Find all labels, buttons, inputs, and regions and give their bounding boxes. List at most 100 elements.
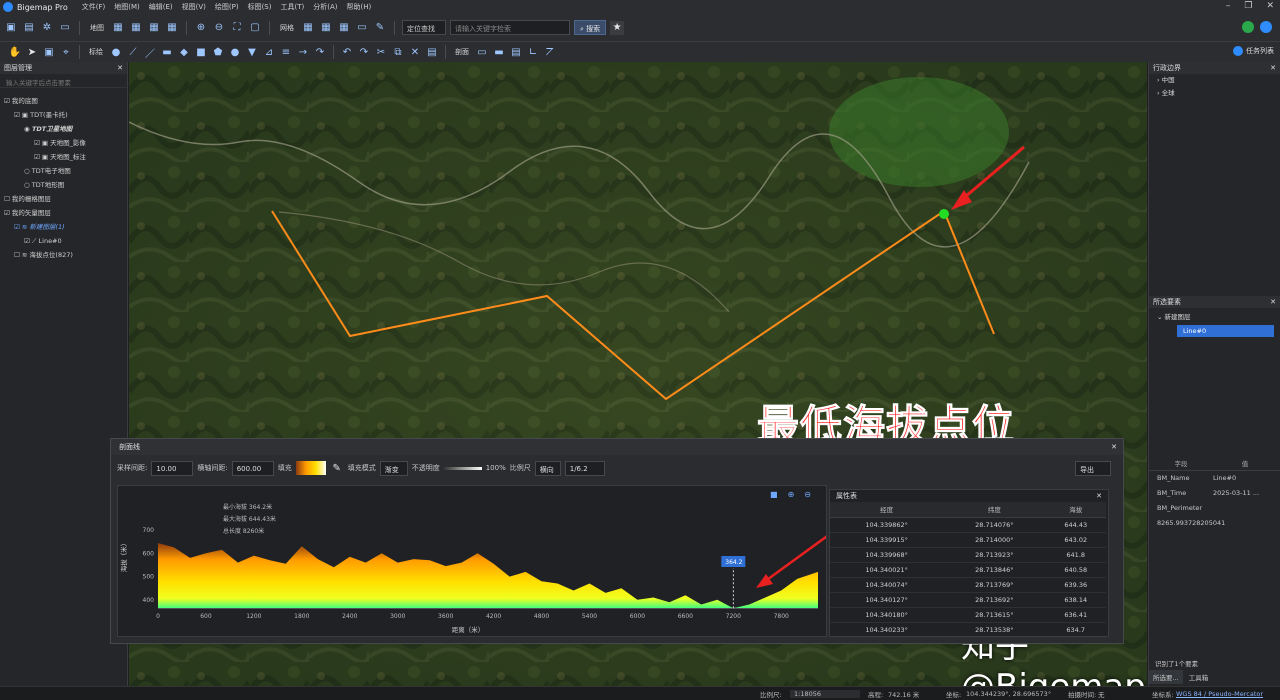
tab-toolbox[interactable]: 工具箱	[1185, 670, 1213, 684]
funnel-icon[interactable]: ▼	[245, 45, 259, 59]
polyline-icon[interactable]: ⟋	[126, 45, 140, 59]
layer-switch-icon[interactable]: ▦	[165, 21, 179, 35]
status-crs[interactable]: WGS 84 / Pseudo-Mercator	[1176, 690, 1263, 698]
pin-icon[interactable]: ⌖	[59, 45, 73, 59]
support-icon[interactable]	[1260, 21, 1272, 33]
tree-item[interactable]: ☑ ≋ 新建图层(1)	[0, 220, 127, 234]
table-row[interactable]: 104.340233° 28.713538° 634.7	[830, 622, 1106, 638]
profile-close-icon[interactable]: ✕	[1111, 443, 1117, 451]
undo-icon[interactable]: ↶	[340, 45, 354, 59]
menu-edit[interactable]: 编辑(E)	[149, 2, 173, 12]
image-icon[interactable]: ▣	[42, 45, 56, 59]
star-icon[interactable]: ★	[610, 20, 625, 35]
gear-icon[interactable]: ✲	[40, 21, 54, 35]
compass-icon[interactable]: ⦢	[543, 45, 557, 59]
brush-icon[interactable]: ✎	[373, 21, 387, 35]
color-ramp[interactable]	[295, 461, 326, 475]
menu-analysis[interactable]: 分析(A)	[313, 2, 337, 12]
chart-select-icon[interactable]: ■	[770, 490, 778, 499]
tree-item[interactable]: ☐ ≋ 海拔点位(827)	[0, 248, 127, 262]
minus-icon[interactable]: ▬	[492, 45, 506, 59]
search-input[interactable]: 请输入关键字检索	[450, 20, 570, 35]
measure-icon[interactable]: ⊿	[262, 45, 276, 59]
tree-item[interactable]: ☐ 我的栅格图层	[0, 192, 127, 206]
menu-help[interactable]: 帮助(H)	[347, 2, 372, 12]
horiz-input[interactable]: 600.00	[231, 460, 274, 476]
redo-icon[interactable]: ↷	[357, 45, 371, 59]
tree-item[interactable]: ☑ ▣ 天地图_影像	[0, 136, 127, 150]
square-icon[interactable]: ■	[194, 45, 208, 59]
screen-icon[interactable]: ▭	[58, 21, 72, 35]
selected-layer[interactable]: ⌄ 新建图层	[1149, 311, 1280, 324]
scale-select[interactable]: 1/6.2	[564, 460, 605, 476]
table-row[interactable]: 104.340074° 28.713769° 639.36	[830, 577, 1106, 593]
table-icon[interactable]: ▦	[319, 21, 333, 35]
scale-dir-select[interactable]: 横向	[534, 460, 561, 476]
panel-close-icon[interactable]: ✕	[1270, 298, 1276, 306]
mode-select[interactable]: 渐变	[379, 460, 408, 476]
doc-icon[interactable]: ▤	[509, 45, 523, 59]
tree-item[interactable]: ○ TDT地形图	[0, 178, 127, 192]
menu-file[interactable]: 文件(F)	[82, 2, 106, 12]
menu-view[interactable]: 视图(V)	[182, 2, 206, 12]
folder-icon[interactable]: ▣	[4, 21, 18, 35]
cut-icon[interactable]: ✂	[374, 45, 388, 59]
menu-tools[interactable]: 工具(T)	[280, 2, 304, 12]
tree-item[interactable]: ☑ 我的底图	[0, 94, 127, 108]
angle-icon[interactable]: ∟	[526, 45, 540, 59]
folder-open-icon[interactable]: ▭	[355, 21, 369, 35]
chart-zoom-out-icon[interactable]: ⊖	[804, 490, 811, 499]
status-scale-select[interactable]: 1:18056	[790, 689, 860, 698]
selected-feature[interactable]: Line#0	[1177, 325, 1274, 337]
sample-input[interactable]: 10.00	[151, 460, 194, 476]
wechat-icon[interactable]	[1242, 21, 1254, 33]
tree-item[interactable]: ☑ ▣ 天地图_标注	[0, 150, 127, 164]
menu-map[interactable]: 地图(M)	[114, 2, 140, 12]
minimize-button[interactable]: –	[1226, 1, 1231, 11]
paste-icon[interactable]: ▤	[425, 45, 439, 59]
region-item[interactable]: › 中国	[1149, 74, 1280, 87]
eraser-icon[interactable]: ◆	[177, 45, 191, 59]
export-button[interactable]: 导出	[1075, 460, 1111, 476]
layer-icon[interactable]: ▦	[111, 21, 125, 35]
copy-icon[interactable]: ⧉	[391, 45, 405, 59]
rectangle-icon[interactable]: ▬	[160, 45, 174, 59]
table-row[interactable]: 104.339915° 28.714000° 643.02	[830, 532, 1106, 548]
layer-edit-icon[interactable]: ▦	[147, 21, 161, 35]
tree-item[interactable]: ☑ 我的矢量图层	[0, 206, 127, 220]
pointer-icon[interactable]: ➤	[25, 45, 39, 59]
full-extent-icon[interactable]: ⛶	[230, 21, 244, 35]
grid-icon[interactable]: ▦	[301, 21, 315, 35]
eyedropper-icon[interactable]: ✎	[330, 461, 344, 475]
table-row[interactable]: 104.339968° 28.713923° 641.8	[830, 547, 1106, 563]
save-icon[interactable]: ▤	[22, 21, 36, 35]
table-row[interactable]: 104.340021° 28.713846° 640.58	[830, 562, 1106, 578]
bars-icon[interactable]: ≡	[279, 45, 293, 59]
table-row[interactable]: 104.339862° 28.714076° 644.43	[830, 517, 1106, 533]
table-row[interactable]: 104.340127° 28.713692° 638.14	[830, 592, 1106, 608]
zoom-in-icon[interactable]: ⊕	[194, 21, 208, 35]
pentagon-icon[interactable]: ⬟	[211, 45, 225, 59]
calc-icon[interactable]: ▦	[337, 21, 351, 35]
menu-draw[interactable]: 绘图(P)	[215, 2, 239, 12]
opacity-slider[interactable]	[443, 466, 482, 470]
lowest-point-marker[interactable]	[939, 209, 949, 219]
tree-item[interactable]: ◉ TDT卫星地图	[0, 122, 127, 136]
tree-item[interactable]: ○ TDT电子地图	[0, 164, 127, 178]
table-row[interactable]: 104.340180° 28.713615° 636.41	[830, 607, 1106, 623]
search-button[interactable]: ⌕ 搜索	[574, 20, 607, 35]
close-button[interactable]: ✕	[1266, 1, 1274, 11]
tree-item[interactable]: ☑ ▣ TDT(墨卡托)	[0, 108, 127, 122]
menu-mark[interactable]: 标图(S)	[248, 2, 272, 12]
locate-select[interactable]: 定位查找	[402, 20, 446, 35]
region-item[interactable]: › 全球	[1149, 87, 1280, 100]
task-list-button[interactable]: 任务列表	[1246, 46, 1274, 56]
hand-icon[interactable]: ✋	[8, 45, 22, 59]
layer-search-input[interactable]: 输入关键字后点击要素	[0, 74, 127, 88]
arrow-icon[interactable]: →	[296, 45, 310, 59]
chart-zoom-in-icon[interactable]: ⊕	[788, 490, 795, 499]
curve-icon[interactable]: ↷	[313, 45, 327, 59]
attr-close-icon[interactable]: ✕	[1096, 492, 1102, 500]
layer-add-icon[interactable]: ▦	[129, 21, 143, 35]
delete-icon[interactable]: ✕	[408, 45, 422, 59]
